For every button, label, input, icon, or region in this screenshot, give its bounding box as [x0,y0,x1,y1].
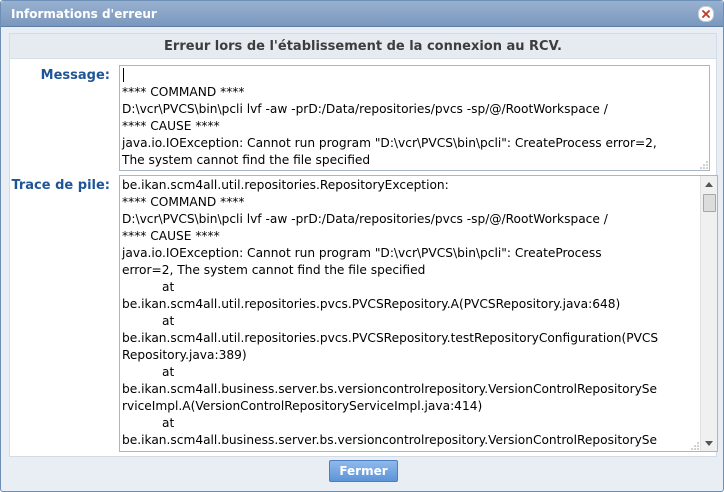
arrow-up-icon [705,181,713,187]
scroll-down-button[interactable] [701,435,717,451]
text-line: The system cannot find the file specifie… [122,153,371,167]
dialog-title: Informations d'erreur [11,7,157,21]
message-lines: **** COMMAND **** D:\vcr\PVCS\bin\pcli lv… [122,67,657,169]
stack-lines: be.ikan.scm4all.util.repositories.Reposi… [122,177,658,449]
text-line: be.ikan.scm4all.business.server.bs.versi… [122,382,658,396]
resize-grip-icon[interactable] [700,161,708,169]
message-label: Message: [40,68,110,83]
stack-trace-textarea[interactable]: be.ikan.scm4all.util.repositories.Reposi… [119,175,718,452]
text-line: java.io.IOException: Cannot run program … [122,136,657,150]
scroll-up-button[interactable] [701,176,717,192]
text-line: D:\vcr\PVCS\bin\pcli lvf -aw -prD:/Data/… [122,102,608,116]
text-line: be.ikan.scm4all.business.server.bs.versi… [122,433,658,447]
resize-grip-icon[interactable] [691,442,699,450]
text-line: be.ikan.scm4all.util.repositories.pvcs.P… [122,331,659,345]
text-line: at [162,416,175,430]
scroll-thumb[interactable] [703,194,716,212]
text-line: at [162,365,175,379]
error-dialog: Informations d'erreur Erreur lors de l'é… [0,0,724,492]
text-line [122,67,657,84]
error-header-bar: Erreur lors de l'établissement de la con… [10,34,716,59]
text-line: at [162,280,175,294]
text-line: **** CAUSE **** [122,119,220,133]
close-button[interactable] [698,6,714,22]
error-header: Erreur lors de l'établissement de la con… [164,39,562,54]
text-line: error=2, The system cannot find the file… [122,263,426,277]
stack-label: Trace de pile: [11,178,110,193]
text-line: D:\vcr\PVCS\bin\pcli lvf -aw -prD:/Data/… [122,212,608,226]
text-line: java.io.IOException: Cannot run program … [122,246,602,260]
close-icon [702,10,710,18]
dialog-titlebar[interactable]: Informations d'erreur [1,1,723,27]
text-line: **** COMMAND **** [122,85,245,99]
text-line: rviceImpl.A(VersionControlRepositoryServ… [122,399,483,413]
text-line: **** COMMAND **** [122,195,245,209]
text-line: **** CAUSE **** [122,229,220,243]
text-line: Repository.java:389) [122,348,247,362]
stack-scrollbar[interactable] [700,176,717,451]
error-panel: Erreur lors de l'établissement de la con… [9,33,718,457]
close-dialog-button[interactable]: Fermer [329,460,398,482]
arrow-down-icon [705,440,713,446]
text-line: at [162,314,175,328]
message-textarea[interactable]: **** COMMAND **** D:\vcr\PVCS\bin\pcli lv… [119,65,710,171]
text-line: be.ikan.scm4all.util.repositories.pvcs.P… [122,297,621,311]
text-line: be.ikan.scm4all.util.repositories.Reposi… [122,178,449,192]
